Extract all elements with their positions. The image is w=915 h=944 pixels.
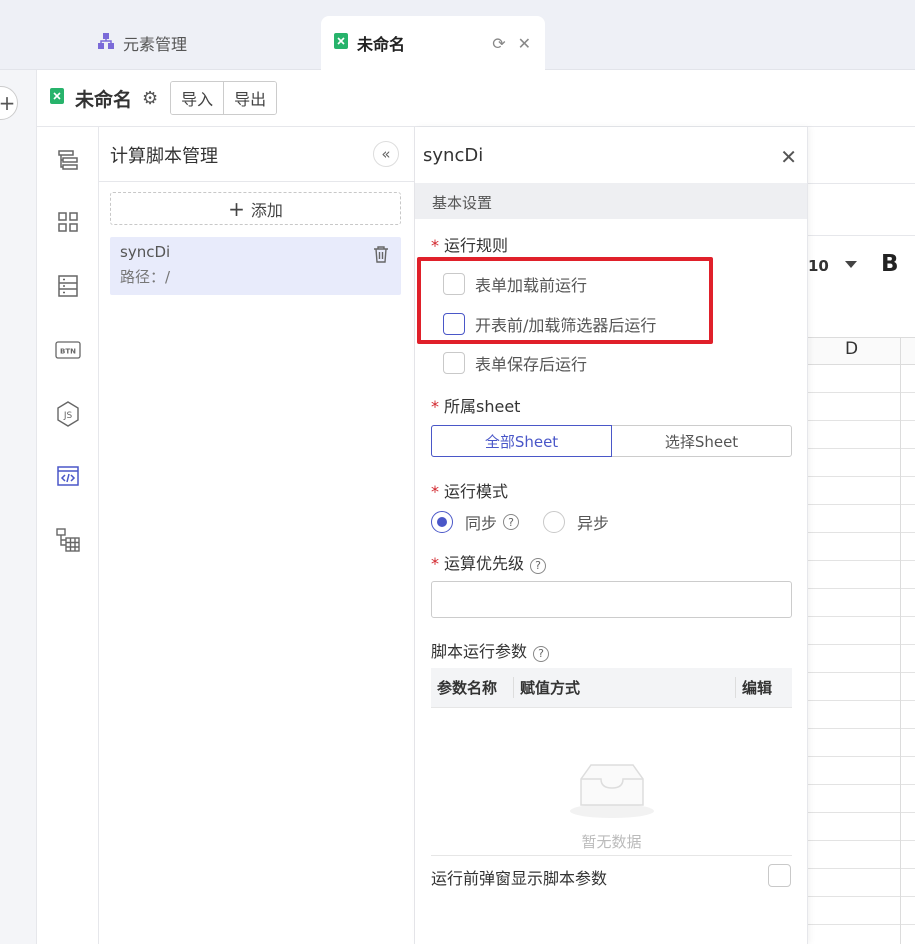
- font-size-select[interactable]: 10: [808, 257, 829, 275]
- js-icon[interactable]: JS: [55, 401, 81, 427]
- popup-params-checkbox[interactable]: [768, 864, 791, 887]
- close-icon[interactable]: ✕: [780, 145, 797, 169]
- radio-button[interactable]: [431, 511, 453, 533]
- section-header: 基本设置: [415, 183, 807, 219]
- export-button[interactable]: 导出: [223, 82, 277, 114]
- highlight-frame: [417, 257, 713, 344]
- outer-left-strip: [0, 70, 37, 944]
- sitemap-icon: [97, 32, 115, 54]
- refresh-icon[interactable]: ⟳: [492, 34, 505, 53]
- form-icon[interactable]: [55, 273, 81, 299]
- import-export-group: 导入 导出: [170, 81, 278, 115]
- segment-select-sheet[interactable]: 选择Sheet: [612, 426, 791, 456]
- svg-text:JS: JS: [63, 411, 73, 421]
- params-label: 脚本运行参数?: [431, 638, 550, 662]
- divider: [99, 181, 415, 182]
- layers-icon[interactable]: [55, 147, 81, 173]
- sheet-grid[interactable]: [808, 365, 915, 944]
- document-header: 未命名 ⚙ 导入 导出: [37, 70, 915, 127]
- checkbox-label: 表单保存后运行: [475, 355, 588, 374]
- table-tree-icon[interactable]: [55, 527, 81, 553]
- trash-icon[interactable]: [373, 245, 389, 267]
- checkbox[interactable]: [443, 352, 465, 374]
- excel-file-icon: [333, 32, 349, 54]
- priority-input[interactable]: [431, 581, 792, 618]
- radio-button[interactable]: [543, 511, 565, 533]
- radio-label: 异步: [577, 514, 610, 533]
- col-edit: 编辑: [742, 679, 773, 697]
- gear-icon[interactable]: ⚙: [142, 88, 158, 109]
- import-button[interactable]: 导入: [171, 82, 224, 114]
- mode-label: * 运行模式: [431, 482, 509, 501]
- empty-box-icon: [567, 759, 657, 819]
- popup-params-label: 运行前弹窗显示脚本参数: [431, 869, 608, 888]
- bold-button[interactable]: B: [881, 251, 899, 277]
- script-path: 路径：/: [120, 268, 171, 286]
- script-name: syncDi: [120, 243, 171, 261]
- script-manager-panel: 计算脚本管理 « + 添加 syncDi 路径：/: [99, 127, 415, 944]
- help-icon[interactable]: ?: [533, 645, 550, 662]
- config-title: syncDi: [423, 145, 484, 166]
- grid-icon[interactable]: [55, 209, 81, 235]
- svg-text:BTN: BTN: [60, 348, 76, 356]
- excel-file-icon: [49, 87, 65, 109]
- btn-icon[interactable]: BTN: [55, 337, 81, 363]
- col-param-name: 参数名称: [431, 677, 514, 698]
- tab-element-management[interactable]: 元素管理: [85, 16, 317, 70]
- sheet-label: * 所属sheet: [431, 397, 521, 416]
- icon-rail: BTN JS: [37, 127, 99, 944]
- params-table-header: 参数名称 赋值方式 编辑: [431, 668, 792, 708]
- radio-sync[interactable]: 同步 ?: [431, 510, 520, 534]
- top-tab-bar: 元素管理 未命名 ⟳ ✕: [0, 0, 915, 70]
- tab-label: 未命名: [357, 35, 406, 54]
- column-header-d[interactable]: D: [845, 339, 858, 359]
- collapse-icon[interactable]: «: [373, 141, 399, 167]
- help-icon[interactable]: ?: [503, 514, 520, 530]
- tab-label: 元素管理: [123, 35, 188, 54]
- chevron-down-icon[interactable]: [845, 261, 857, 268]
- help-icon[interactable]: ?: [530, 557, 547, 574]
- radio-async[interactable]: 异步: [543, 510, 609, 534]
- add-script-button[interactable]: + 添加: [110, 192, 401, 225]
- script-list-item[interactable]: syncDi 路径：/: [110, 237, 401, 295]
- plus-icon: +: [228, 196, 245, 221]
- run-rules-label: * 运行规则: [431, 236, 509, 255]
- col-assign-method: 赋值方式: [514, 677, 736, 698]
- divider: [431, 855, 792, 856]
- priority-label: * 运算优先级?: [431, 550, 547, 574]
- tab-untitled[interactable]: 未命名 ⟳ ✕: [321, 16, 545, 70]
- checkbox-after-save[interactable]: 表单保存后运行: [443, 351, 587, 375]
- grid-line: [900, 337, 901, 944]
- empty-text: 暂无数据: [581, 833, 642, 851]
- code-window-icon[interactable]: [55, 463, 81, 489]
- segment-all-sheet[interactable]: 全部Sheet: [431, 425, 612, 457]
- column-header-row: [808, 337, 915, 365]
- document-title: 未命名: [75, 88, 133, 111]
- plus-icon[interactable]: +: [0, 86, 18, 120]
- sheet-segmented-control: 全部Sheet 选择Sheet: [431, 425, 792, 457]
- close-icon[interactable]: ✕: [518, 34, 531, 53]
- add-label: 添加: [250, 200, 283, 220]
- panel-title: 计算脚本管理: [110, 146, 218, 167]
- radio-label: 同步: [465, 514, 498, 533]
- script-config-panel: syncDi ✕ 基本设置 * 运行规则 表单加载前运行 开表前/加载筛选器后运行…: [415, 127, 808, 944]
